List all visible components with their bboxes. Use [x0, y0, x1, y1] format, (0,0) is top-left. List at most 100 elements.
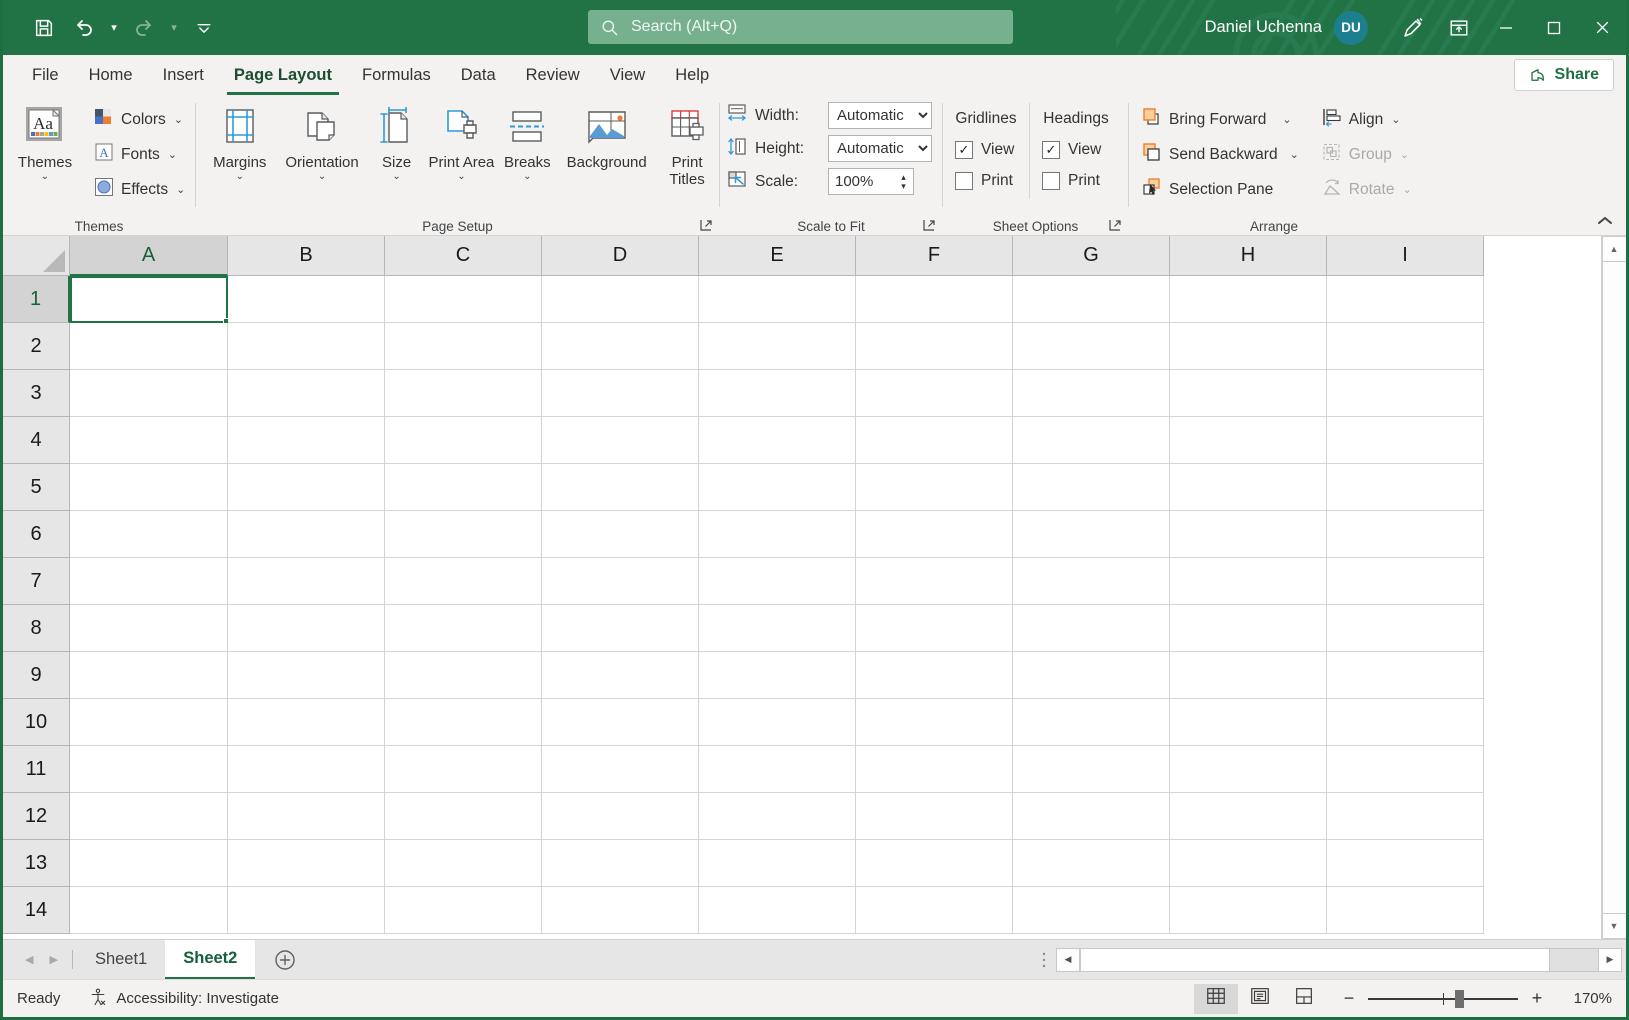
tab-home[interactable]: Home — [74, 55, 148, 95]
cell-f8[interactable] — [856, 605, 1013, 652]
background-button[interactable]: Background — [558, 101, 655, 171]
cell-i3[interactable] — [1327, 370, 1484, 417]
cell-e1[interactable] — [699, 276, 856, 323]
cell-h1[interactable] — [1170, 276, 1327, 323]
align-button[interactable]: Align ⌄ — [1315, 103, 1418, 136]
zoom-level-label[interactable]: 170% — [1558, 990, 1612, 1007]
cell-a14[interactable] — [70, 887, 228, 934]
plus-circle-icon[interactable] — [255, 940, 315, 979]
sheet-tab-sheet2[interactable]: Sheet2 — [165, 940, 256, 979]
cell-a6[interactable] — [70, 511, 228, 558]
cell-d9[interactable] — [542, 652, 699, 699]
cell-d14[interactable] — [542, 887, 699, 934]
cell-g12[interactable] — [1013, 793, 1170, 840]
cell-c1[interactable] — [385, 276, 542, 323]
colors-caret-icon[interactable]: ⌄ — [174, 113, 183, 126]
row-header-9[interactable]: 9 — [3, 652, 70, 699]
cell-b14[interactable] — [228, 887, 385, 934]
cell-i13[interactable] — [1327, 840, 1484, 887]
print-titles-button[interactable]: Print Titles — [655, 101, 719, 188]
row-header-7[interactable]: 7 — [3, 558, 70, 605]
share-button[interactable]: Share — [1513, 59, 1614, 91]
cell-g2[interactable] — [1013, 323, 1170, 370]
row-header-12[interactable]: 12 — [3, 793, 70, 840]
cell-b5[interactable] — [228, 464, 385, 511]
row-header-3[interactable]: 3 — [3, 370, 70, 417]
scale-spinner[interactable]: 100% ▴ ▾ — [828, 168, 914, 195]
rotate-button[interactable]: Rotate ⌄ — [1315, 173, 1418, 206]
cell-i5[interactable] — [1327, 464, 1484, 511]
cell-d4[interactable] — [542, 417, 699, 464]
cell-d8[interactable] — [542, 605, 699, 652]
cell-g6[interactable] — [1013, 511, 1170, 558]
cell-d6[interactable] — [542, 511, 699, 558]
cell-h9[interactable] — [1170, 652, 1327, 699]
tab-page-layout[interactable]: Page Layout — [219, 55, 347, 95]
cell-i4[interactable] — [1327, 417, 1484, 464]
cell-f4[interactable] — [856, 417, 1013, 464]
cell-b10[interactable] — [228, 699, 385, 746]
scroll-right-button[interactable]: ▶ — [1598, 947, 1622, 972]
cell-e3[interactable] — [699, 370, 856, 417]
cell-d3[interactable] — [542, 370, 699, 417]
cell-f12[interactable] — [856, 793, 1013, 840]
cell-c2[interactable] — [385, 323, 542, 370]
cell-b3[interactable] — [228, 370, 385, 417]
cell-a11[interactable] — [70, 746, 228, 793]
cell-f3[interactable] — [856, 370, 1013, 417]
column-header-i[interactable]: I — [1327, 236, 1484, 276]
headings-print-checkbox[interactable]: Print — [1030, 165, 1100, 196]
cell-a2[interactable] — [70, 323, 228, 370]
vertical-scroll-thumb[interactable] — [1604, 262, 1624, 682]
redo-dropdown-icon[interactable]: ▾ — [165, 9, 183, 47]
cell-i2[interactable] — [1327, 323, 1484, 370]
cell-g9[interactable] — [1013, 652, 1170, 699]
select-all-corner[interactable] — [3, 236, 70, 276]
cell-g14[interactable] — [1013, 887, 1170, 934]
cell-h6[interactable] — [1170, 511, 1327, 558]
cell-c14[interactable] — [385, 887, 542, 934]
cell-i9[interactable] — [1327, 652, 1484, 699]
cell-g5[interactable] — [1013, 464, 1170, 511]
fonts-caret-icon[interactable]: ⌄ — [168, 148, 177, 161]
split-handle[interactable] — [1032, 951, 1056, 969]
triangle-left-icon[interactable]: ◀ — [25, 953, 33, 966]
cell-h7[interactable] — [1170, 558, 1327, 605]
cell-c13[interactable] — [385, 840, 542, 887]
cell-c7[interactable] — [385, 558, 542, 605]
row-header-5[interactable]: 5 — [3, 464, 70, 511]
cell-b2[interactable] — [228, 323, 385, 370]
maximize-button[interactable] — [1530, 0, 1578, 55]
cell-g13[interactable] — [1013, 840, 1170, 887]
cell-d10[interactable] — [542, 699, 699, 746]
cell-f9[interactable] — [856, 652, 1013, 699]
row-header-4[interactable]: 4 — [3, 417, 70, 464]
cell-i1[interactable] — [1327, 276, 1484, 323]
cell-c10[interactable] — [385, 699, 542, 746]
width-select[interactable]: Automatic — [828, 102, 932, 129]
search-input[interactable] — [631, 18, 1001, 36]
cell-h13[interactable] — [1170, 840, 1327, 887]
cell-f14[interactable] — [856, 887, 1013, 934]
column-header-d[interactable]: D — [542, 236, 699, 276]
tab-file[interactable]: File — [17, 55, 74, 95]
group-caret-icon[interactable]: ⌄ — [1400, 148, 1409, 161]
zoom-slider-thumb[interactable] — [1455, 989, 1464, 1008]
effects-caret-icon[interactable]: ⌄ — [176, 183, 185, 196]
cell-a12[interactable] — [70, 793, 228, 840]
cell-c4[interactable] — [385, 417, 542, 464]
page-layout-view-button[interactable] — [1238, 984, 1282, 1014]
scale-to-fit-dialog-launcher[interactable] — [922, 218, 938, 234]
cell-c9[interactable] — [385, 652, 542, 699]
cell-e5[interactable] — [699, 464, 856, 511]
cell-i10[interactable] — [1327, 699, 1484, 746]
cell-i14[interactable] — [1327, 887, 1484, 934]
row-header-14[interactable]: 14 — [3, 887, 70, 934]
cell-d2[interactable] — [542, 323, 699, 370]
horizontal-scroll-track[interactable] — [1550, 947, 1598, 972]
cell-f13[interactable] — [856, 840, 1013, 887]
bring-forward-button[interactable]: Bring Forward ⌄ — [1135, 103, 1305, 136]
redo-icon[interactable] — [125, 9, 163, 47]
orientation-caret-icon[interactable]: ⌄ — [318, 172, 326, 182]
cell-e11[interactable] — [699, 746, 856, 793]
